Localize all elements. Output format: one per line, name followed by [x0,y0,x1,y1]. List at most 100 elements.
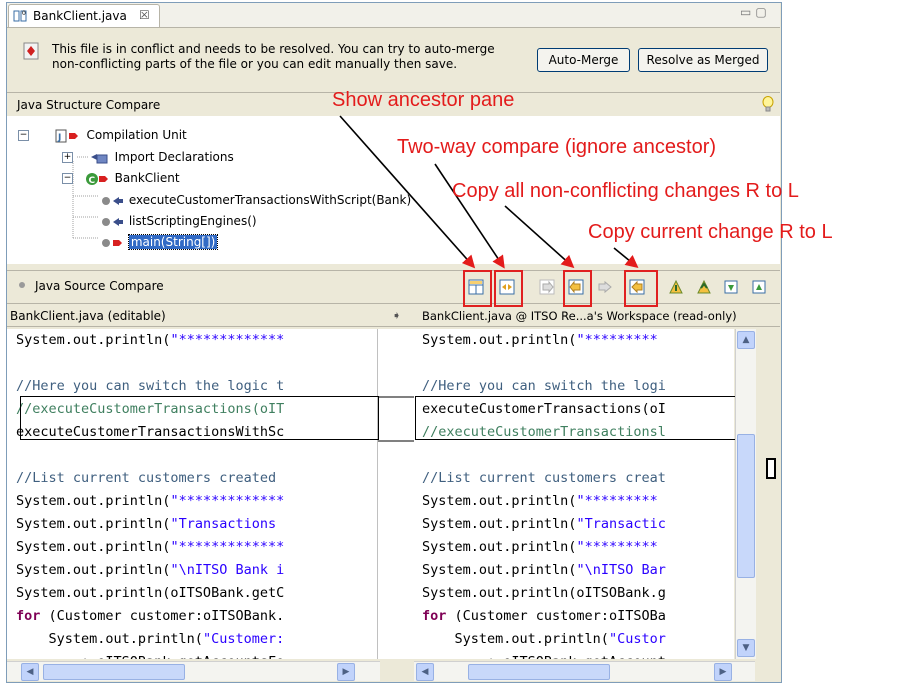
conflict-icon [23,42,39,60]
tree-item-label: executeCustomerTransactionsWithScript(Ba… [128,193,412,207]
copy-current-l-to-r-icon[interactable] [597,279,613,295]
collapse-icon[interactable]: − [18,130,29,141]
center-connector-gutter [377,329,416,659]
annotation-show-ancestor: Show ancestor pane [332,89,515,111]
tree-item-label: BankClient [114,171,180,185]
highlight-two-way [494,270,523,307]
code-text: System.out.println( [422,493,577,509]
code-line[interactable]: //Here you can switch the logi [422,375,666,398]
scroll-right-button[interactable]: ▶ [337,663,355,681]
code-line[interactable]: System.out.println("************* [16,536,284,559]
tree-item-label-selected: main(String[]) [127,234,219,250]
code-string: "Transactic [576,516,666,532]
code-line[interactable]: System.out.println("********* [422,536,658,559]
code-line[interactable]: //Here you can switch the logic t [16,375,284,398]
pane-headers: BankClient.java (editable) ➧ BankClient.… [7,306,780,327]
scroll-thumb[interactable] [468,664,610,680]
tree-item-label: Import Declarations [114,150,234,164]
code-line[interactable]: for (Customer customer:oITSOBa [422,605,666,628]
close-icon[interactable]: ☒ [139,8,150,22]
code-line[interactable]: System.out.println(oITSOBank.getC [16,582,284,605]
method-outgoing-icon [102,196,123,205]
code-line[interactable]: System.out.println("Transactic [422,513,666,536]
scroll-down-button[interactable]: ▼ [737,639,755,657]
right-source-pane[interactable]: System.out.println("*********//Here you … [422,329,734,659]
code-line[interactable]: System.out.println("\nITSO Bank i [16,559,284,582]
code-text: System.out.println( [16,562,171,578]
tab-bankclient[interactable]: 0 BankClient.java ☒ [8,4,160,27]
previous-difference-icon[interactable] [696,279,712,295]
code-comment: //List current customers creat [422,470,666,486]
source-compare-title: Java Source Compare [35,279,164,293]
left-horizontal-scrollbar[interactable]: ◀ ▶ [7,661,380,681]
right-horizontal-scrollbar[interactable]: ◀ ▶ [414,661,755,681]
scroll-left-button[interactable]: ◀ [21,663,39,681]
conflict-message-line2: non-conflicting parts of the file or you… [52,57,458,71]
code-line[interactable]: System.out.println("************* [16,329,284,352]
code-text: System.out.println( [16,631,203,647]
class-icon: C [85,172,108,186]
left-source-pane[interactable]: System.out.println("************* //Here … [16,329,377,659]
window-controls[interactable]: ▭▢ [740,5,771,19]
tree-item-label: Compilation Unit [86,128,187,142]
code-string: "Transactions [170,516,285,532]
code-line[interactable]: System.out.println("Customer: [16,628,285,651]
code-line[interactable]: + oITSOBank.getAccount [422,651,666,659]
import-icon [90,153,108,163]
scroll-left-button[interactable]: ◀ [416,663,434,681]
code-line[interactable]: System.out.println(oITSOBank.g [422,582,666,605]
next-change-icon[interactable] [723,279,739,295]
code-text: System.out.println(oITSOBank.g [422,585,666,601]
code-line[interactable]: System.out.println("Transactions [16,513,284,536]
code-line[interactable]: System.out.println("\nITSO Bar [422,559,666,582]
svg-text:J: J [57,133,61,143]
code-text: System.out.println( [422,539,577,555]
structure-compare-title: Java Structure Compare [17,98,161,112]
code-text: System.out.println( [16,539,171,555]
tree-item-import-declarations[interactable]: + Import Declarations [62,147,234,167]
tree-item-bankclient[interactable]: − C BankClient [62,168,180,188]
tree-item-compilation-unit[interactable]: − J Compilation Unit [18,125,187,145]
code-line[interactable]: //List current customers creat [422,467,666,490]
scroll-thumb[interactable] [737,434,755,578]
svg-text:C: C [88,176,95,186]
previous-change-icon[interactable] [751,279,767,295]
code-text: (Customer customer:oITSOBank. [40,608,285,624]
minimize-icon[interactable]: ▭ [740,5,755,19]
code-string: "********* [576,493,658,509]
annotation-copy-current: Copy current change R to L [588,221,833,243]
code-comment: //Here you can switch the logic t [16,378,285,394]
scroll-thumb[interactable] [43,664,185,680]
auto-merge-button[interactable]: Auto-Merge [537,48,630,72]
code-line[interactable]: + oITSOBank.getAccountsFo [16,651,284,659]
code-text: System.out.println( [16,516,171,532]
overview-ruler-marker[interactable] [766,458,776,479]
code-text: (Customer customer:oITSOBa [446,608,666,624]
code-line[interactable]: System.out.println("Custor [422,628,666,651]
code-keyword: for [422,608,447,624]
source-compare-header: Java Source Compare [7,270,780,304]
left-pane-title: BankClient.java (editable) [10,309,166,323]
copy-all-l-to-r-icon[interactable] [539,279,555,295]
resolve-as-merged-button[interactable]: Resolve as Merged [638,48,768,72]
code-text: + oITSOBank.getAccount [422,654,666,659]
next-difference-icon[interactable] [668,279,684,295]
expand-icon[interactable]: + [62,152,73,163]
lightbulb-icon[interactable] [762,96,774,114]
tree-item-execute-method[interactable]: executeCustomerTransactionsWithScript(Ba… [99,190,411,210]
tree-item-list-engines[interactable]: listScriptingEngines() [99,211,257,231]
code-line[interactable]: for (Customer customer:oITSOBank. [16,605,284,628]
code-line[interactable]: System.out.println("********* [422,329,658,352]
code-text: + oITSOBank.getAccountsFo [16,654,284,659]
tree-item-main[interactable]: main(String[]) [99,232,219,252]
scroll-right-button[interactable]: ▶ [714,663,732,681]
code-line[interactable]: System.out.println("************* [16,490,284,513]
code-line[interactable]: //List current customers created [16,467,284,490]
vertical-scrollbar[interactable]: ▲ ▼ [735,329,756,659]
collapse-icon[interactable]: − [62,173,73,184]
maximize-icon[interactable]: ▢ [755,5,770,19]
code-string: "Customer: [202,631,285,647]
scroll-up-button[interactable]: ▲ [737,331,755,349]
right-diff-box [415,396,736,440]
code-line[interactable]: System.out.println("********* [422,490,658,513]
